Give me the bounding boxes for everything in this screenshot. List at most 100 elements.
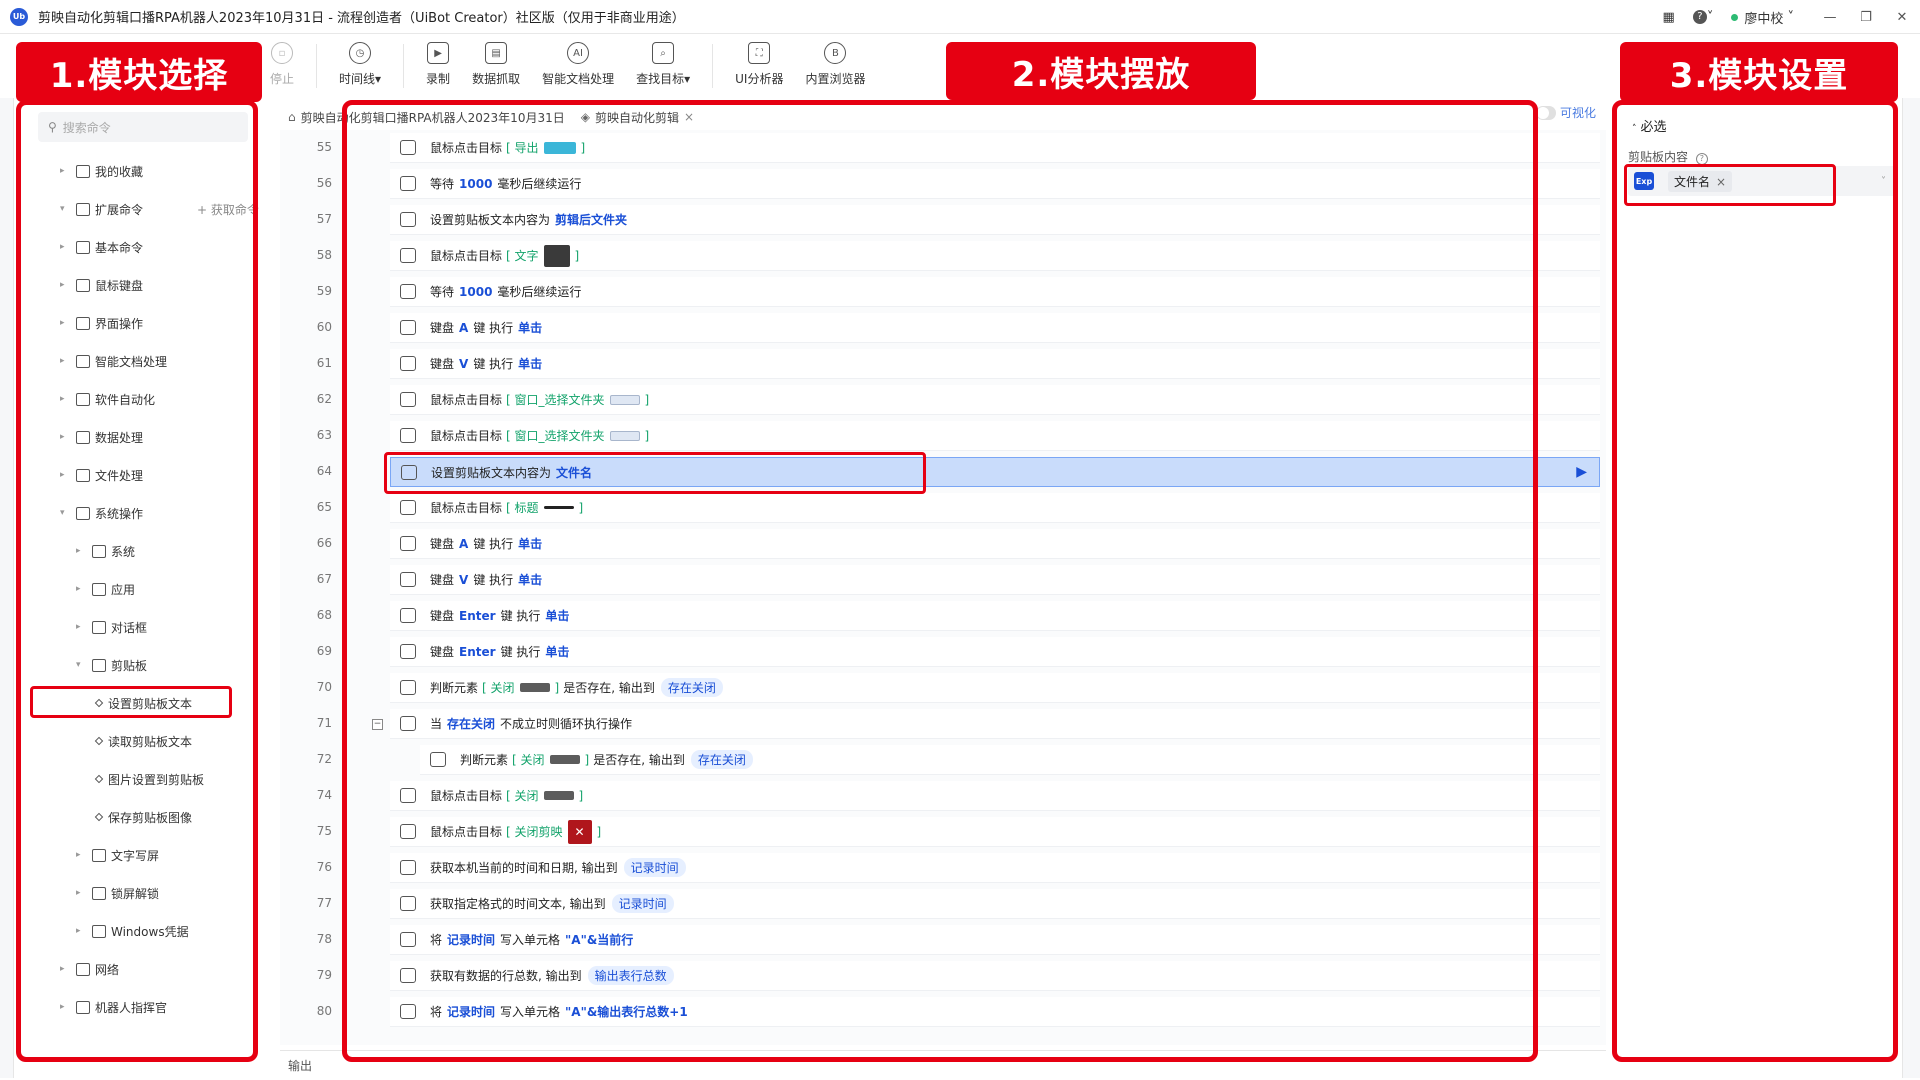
tree-node[interactable]: ▸ 系统 — [14, 532, 272, 570]
command-block[interactable]: 获取有数据的行总数, 输出到 输出表行总数 — [390, 961, 1600, 991]
chevron-icon[interactable]: ▸ — [76, 888, 86, 898]
tree-node[interactable]: 读取剪贴板文本 — [14, 722, 272, 760]
command-block[interactable]: 设置剪贴板文本内容为 文件名 ▶ — [390, 457, 1600, 487]
flow-line: 58 鼠标点击目标[ 文字] — [280, 238, 1606, 274]
tree-node[interactable]: ▸ Windows凭据 — [14, 912, 272, 950]
browser-button[interactable]: B 内置浏览器 — [805, 34, 865, 87]
record-button[interactable]: ▶ 录制 — [426, 34, 450, 87]
command-block[interactable]: 将记录时间 写入单元格 "A"&输出表行总数+1 — [390, 997, 1600, 1027]
chevron-icon[interactable]: ▸ — [60, 356, 70, 366]
help-button[interactable]: ? ˅ — [1692, 10, 1713, 25]
chevron-icon[interactable]: ▸ — [60, 432, 70, 442]
tab-main-flow[interactable]: ⌂ 剪映自动化剪辑口播RPA机器人2023年10月31日 — [280, 104, 573, 130]
tree-node[interactable]: ▾ 扩展命令 + 获取命令 — [14, 190, 272, 228]
command-block[interactable]: 设置剪贴板文本内容为 剪辑后文件夹 — [390, 205, 1600, 235]
tree-node[interactable]: ▸ 我的收藏 — [14, 152, 272, 190]
command-block[interactable]: 鼠标点击目标[ 关闭剪映 ✕] — [390, 817, 1600, 847]
tree-node[interactable]: ▸ 应用 — [14, 570, 272, 608]
tree-node[interactable]: ▾ 系统操作 — [14, 494, 272, 532]
command-block[interactable]: 键盘 A 键 执行 单击 — [390, 529, 1600, 559]
tab-close-icon[interactable]: × — [684, 110, 694, 124]
output-variable: 存在关闭 — [660, 678, 723, 697]
stop-button[interactable]: ▫ 停止 — [270, 34, 294, 87]
ui-analyzer-button[interactable]: ⛶ UI分析器 — [735, 34, 783, 87]
tree-node[interactable]: ▸ 软件自动化 — [14, 380, 272, 418]
required-section[interactable]: ˄ 必选 — [1632, 116, 1667, 135]
command-block[interactable]: 将记录时间 写入单元格 "A"&当前行 — [390, 925, 1600, 955]
find-target-button[interactable]: ⌕ 查找目标▾ — [636, 34, 690, 87]
clipboard-content-field[interactable]: Exp 文件名 × ˅ — [1628, 166, 1896, 196]
command-block[interactable]: 等待 1000 毫秒后继续运行 — [390, 169, 1600, 199]
visualize-toggle[interactable]: 可视化 — [1536, 104, 1596, 121]
get-command-button[interactable]: + 获取命令 — [197, 201, 259, 218]
chevron-icon[interactable]: ▸ — [60, 242, 70, 252]
command-block[interactable]: 键盘 V 键 执行 单击 — [390, 349, 1600, 379]
data-grab-button[interactable]: ▤ 数据抓取 — [472, 34, 520, 87]
chevron-icon[interactable]: ▸ — [60, 280, 70, 290]
tree-node[interactable]: ▸ 机器人指挥官 — [14, 988, 272, 1026]
command-block[interactable]: 键盘 V 键 执行 单击 — [390, 565, 1600, 595]
command-block[interactable]: 鼠标点击目标[ 窗口_选择文件夹] — [390, 421, 1600, 451]
tree-node[interactable]: 图片设置到剪贴板 — [14, 760, 272, 798]
tree-node[interactable]: ▸ 文字写屏 — [14, 836, 272, 874]
tree-node[interactable]: ▸ 智能文档处理 — [14, 342, 272, 380]
chevron-icon[interactable]: ▸ — [60, 964, 70, 974]
chevron-icon[interactable]: ▸ — [60, 166, 70, 176]
chevron-icon[interactable]: ▸ — [60, 470, 70, 480]
chevron-icon[interactable]: ▸ — [76, 622, 86, 632]
tree-node[interactable]: ▸ 网络 — [14, 950, 272, 988]
command-block[interactable]: 判断元素[ 关闭] 是否存在, 输出到 存在关闭 — [420, 745, 1600, 775]
command-block[interactable]: 鼠标点击目标[ 导出] — [390, 133, 1600, 163]
user-menu[interactable]: 廖中校 ˅ — [1731, 8, 1794, 27]
chevron-down-icon[interactable]: ˅ — [1881, 176, 1886, 187]
command-block[interactable]: 获取指定格式的时间文本, 输出到 记录时间 — [390, 889, 1600, 919]
clipboard-content-label: 剪贴板内容 ? — [1628, 148, 1708, 165]
command-block[interactable]: 键盘 A 键 执行 单击 — [390, 313, 1600, 343]
remove-value-icon[interactable]: × — [1716, 175, 1726, 189]
command-block[interactable]: 鼠标点击目标[ 文字] — [390, 241, 1600, 271]
command-block[interactable]: 键盘 Enter 键 执行 单击 — [390, 601, 1600, 631]
timeline-button[interactable]: ◷ 时间线▾ — [339, 34, 381, 87]
target-name: ] — [578, 788, 584, 803]
layout-grid-icon[interactable]: ▦ — [1663, 10, 1675, 25]
command-block[interactable]: 鼠标点击目标[ 关闭] — [390, 781, 1600, 811]
close-window-button[interactable]: ✕ — [1884, 10, 1920, 25]
command-block[interactable]: 鼠标点击目标[ 标题] — [390, 493, 1600, 523]
tree-node[interactable]: ▸ 对话框 — [14, 608, 272, 646]
collapse-icon[interactable]: − — [372, 719, 383, 730]
command-block[interactable]: 鼠标点击目标[ 窗口_选择文件夹] — [390, 385, 1600, 415]
chevron-icon[interactable]: ▸ — [60, 394, 70, 404]
help-circle-icon[interactable]: ? — [1695, 153, 1708, 165]
tree-node[interactable]: ▸ 鼠标键盘 — [14, 266, 272, 304]
chevron-icon[interactable]: ▸ — [76, 926, 86, 936]
minimize-button[interactable]: — — [1812, 10, 1848, 25]
tree-node[interactable]: ▸ 锁屏解锁 — [14, 874, 272, 912]
chevron-icon[interactable]: ▾ — [60, 204, 70, 214]
run-line-icon[interactable]: ▶ — [1576, 464, 1587, 480]
chevron-icon[interactable]: ▸ — [76, 850, 86, 860]
command-block[interactable]: 等待 1000 毫秒后继续运行 — [390, 277, 1600, 307]
command-block[interactable]: 获取本机当前的时间和日期, 输出到 记录时间 — [390, 853, 1600, 883]
tab-jianying-clip[interactable]: ◈ 剪映自动化剪辑 × — [572, 104, 703, 130]
tree-node[interactable]: ▸ 基本命令 — [14, 228, 272, 266]
chevron-icon[interactable]: ▸ — [60, 1002, 70, 1012]
smart-doc-button[interactable]: AI 智能文档处理 — [542, 34, 614, 87]
tree-node[interactable]: ▸ 界面操作 — [14, 304, 272, 342]
command-block[interactable]: 键盘 Enter 键 执行 单击 — [390, 637, 1600, 667]
tree-node[interactable]: ▾ 剪贴板 — [14, 646, 272, 684]
tree-node[interactable]: ▸ 数据处理 — [14, 418, 272, 456]
restore-button[interactable]: ❐ — [1848, 10, 1884, 25]
chevron-icon[interactable]: ▸ — [76, 584, 86, 594]
chevron-icon[interactable]: ▸ — [76, 546, 86, 556]
tree-node[interactable]: ▸ 文件处理 — [14, 456, 272, 494]
tree-node[interactable]: 设置剪贴板文本 — [14, 684, 272, 722]
chevron-icon[interactable]: ▾ — [60, 508, 70, 518]
output-panel[interactable]: 输出 — [280, 1050, 1606, 1080]
chevron-icon[interactable]: ▸ — [60, 318, 70, 328]
command-block[interactable]: 判断元素[ 关闭] 是否存在, 输出到 存在关闭 — [390, 673, 1600, 703]
search-input[interactable]: ⚲ 搜索命令 — [38, 112, 248, 142]
chevron-icon[interactable]: ▾ — [76, 660, 86, 670]
command-block[interactable]: 当存在关闭 不成立时则循环执行操作 — [390, 709, 1600, 739]
expression-tag-icon[interactable]: Exp — [1634, 172, 1654, 190]
tree-node[interactable]: 保存剪贴板图像 — [14, 798, 272, 836]
